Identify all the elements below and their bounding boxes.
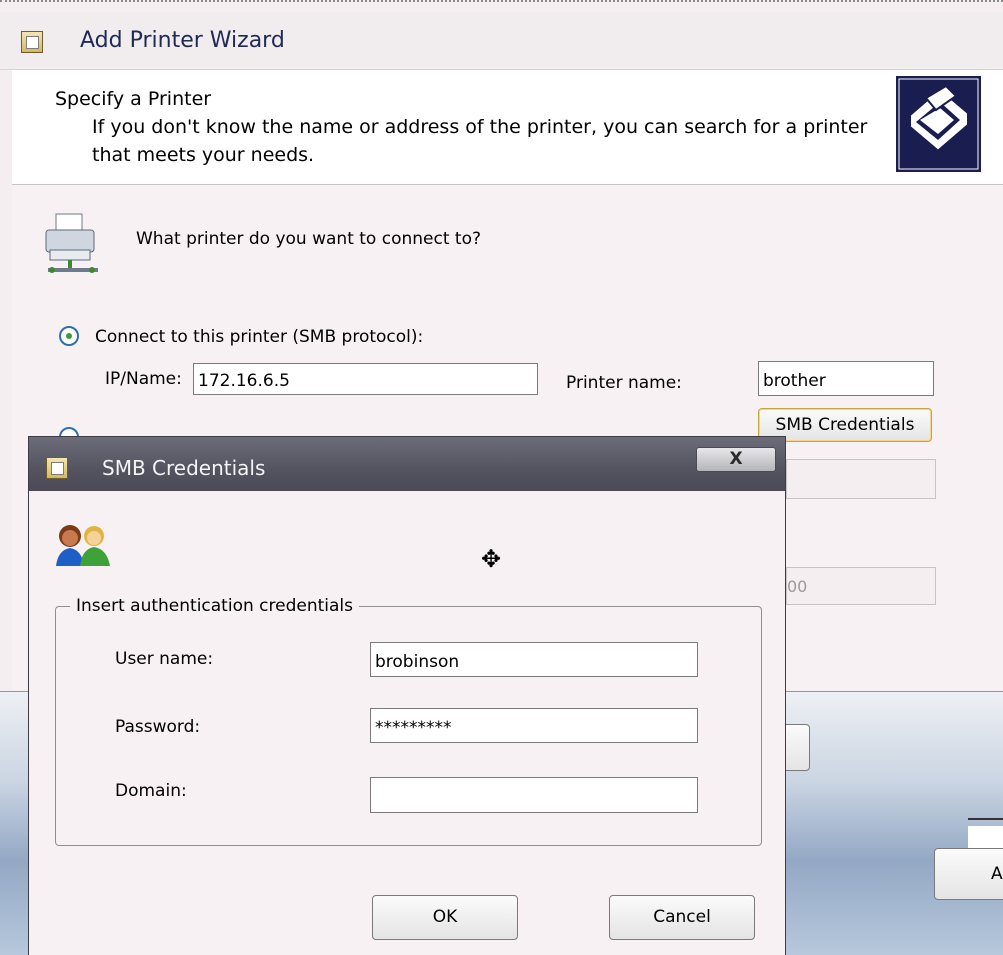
header-title: Specify a Printer bbox=[55, 88, 212, 110]
wizard-app-icon bbox=[21, 31, 43, 53]
lpd-port-input[interactable]: 00 bbox=[786, 567, 936, 605]
user-name-input[interactable] bbox=[370, 642, 698, 677]
credentials-group-label: Insert authentication credentials bbox=[70, 596, 359, 616]
password-label: Password: bbox=[115, 717, 201, 737]
lpd-port-value: 00 bbox=[787, 577, 808, 596]
printer-name-input[interactable] bbox=[758, 361, 934, 396]
password-input[interactable] bbox=[370, 708, 698, 743]
wizard-title: Add Printer Wizard bbox=[80, 28, 285, 53]
question-text: What printer do you want to connect to? bbox=[136, 229, 481, 249]
add-button-label: A bbox=[991, 864, 1003, 884]
dialog-title: SMB Credentials bbox=[102, 456, 266, 480]
domain-input[interactable] bbox=[370, 777, 698, 813]
domain-label: Domain: bbox=[115, 781, 187, 801]
cancel-button[interactable]: Cancel bbox=[609, 895, 755, 940]
printer-wizard-icon bbox=[896, 76, 981, 172]
move-cursor-icon: ✥ bbox=[481, 545, 502, 573]
ip-name-label: IP/Name: bbox=[105, 369, 182, 389]
printer-name-label: Printer name: bbox=[566, 373, 682, 393]
header-subtitle: If you don't know the name or address of… bbox=[92, 116, 868, 166]
window-top-border bbox=[0, 0, 1003, 2]
printer-network-icon bbox=[40, 212, 104, 276]
users-icon bbox=[52, 520, 118, 568]
add-button-partial[interactable]: A bbox=[934, 848, 1003, 900]
dialog-app-icon bbox=[46, 457, 68, 479]
ip-name-input[interactable] bbox=[193, 363, 538, 395]
window-edge-line bbox=[968, 818, 1003, 820]
user-name-label: User name: bbox=[115, 649, 214, 669]
smb-protocol-label: Connect to this printer (SMB protocol): bbox=[95, 327, 424, 347]
smb-protocol-radio[interactable] bbox=[59, 326, 79, 346]
lpd-host-input[interactable] bbox=[786, 459, 936, 499]
window-edge-panel bbox=[968, 826, 1003, 848]
ok-button[interactable]: OK bbox=[372, 895, 518, 940]
dialog-close-button[interactable]: X bbox=[696, 447, 776, 472]
